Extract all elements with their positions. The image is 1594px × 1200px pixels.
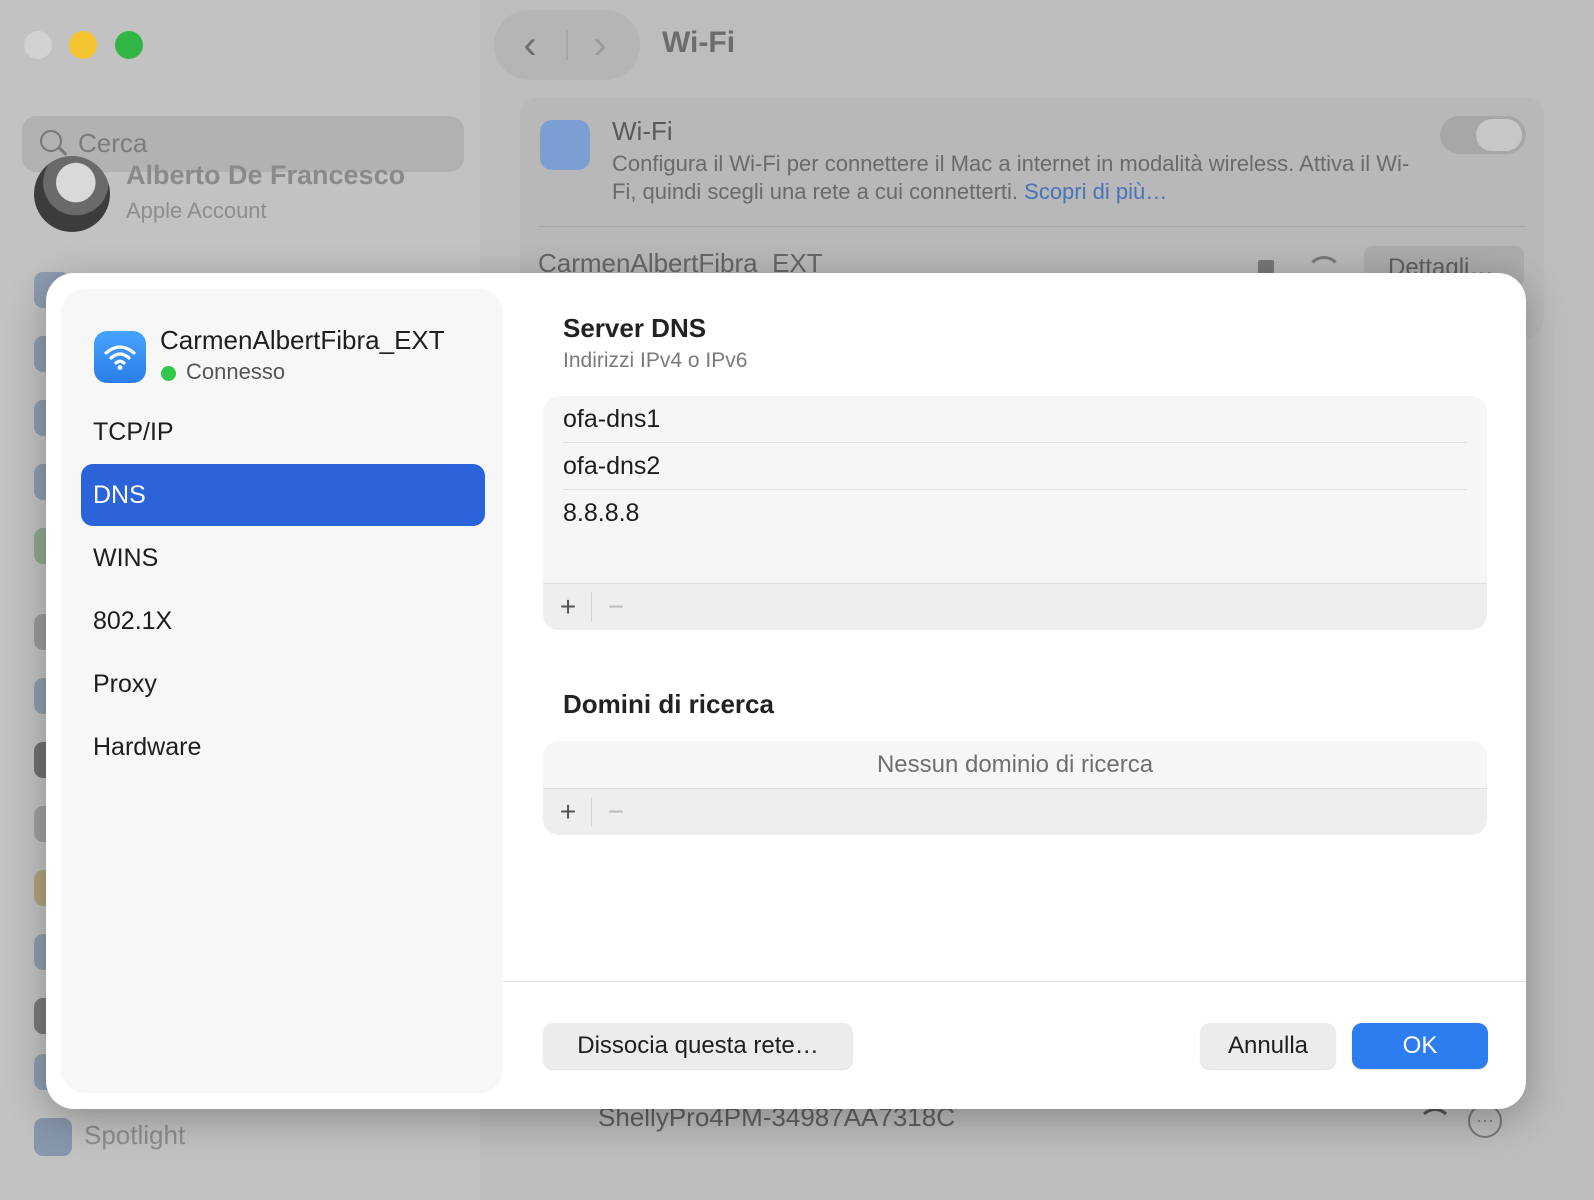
tab-8021x[interactable]: 802.1X: [81, 590, 485, 652]
add-search-domain-button[interactable]: +: [553, 795, 583, 829]
wifi-toggle[interactable]: [1440, 116, 1526, 154]
sidebar-item-spotlight[interactable]: Spotlight: [84, 1120, 185, 1151]
dns-servers-subtitle: Indirizzi IPv4 o IPv6: [563, 349, 748, 372]
wifi-icon: [540, 120, 590, 170]
forget-network-button[interactable]: Dissocia questa rete…: [543, 1023, 853, 1069]
search-domains-list: Nessun dominio di ricerca + −: [543, 741, 1487, 835]
tab-proxy[interactable]: Proxy: [81, 653, 485, 715]
back-button[interactable]: ‹: [500, 10, 560, 80]
wifi-icon: [94, 331, 146, 383]
tab-tcp-ip[interactable]: TCP/IP: [81, 401, 485, 463]
dns-settings-panel: Server DNS Indirizzi IPv4 o IPv6 ofa-dns…: [543, 273, 1526, 1109]
wifi-description-text: Configura il Wi-Fi per connettere il Mac…: [612, 151, 1410, 204]
close-window-button[interactable]: [24, 31, 52, 59]
spotlight-icon[interactable]: [34, 1118, 72, 1156]
footer-divider: [503, 981, 1526, 982]
remove-dns-server-button[interactable]: −: [601, 590, 631, 624]
learn-more-link[interactable]: Scopri di più…: [1024, 179, 1167, 204]
dns-list-footer: + −: [543, 583, 1487, 630]
nav-separator: [566, 30, 568, 60]
search-domains-empty-text: Nessun dominio di ricerca: [876, 751, 1154, 778]
dns-server-row[interactable]: ofa-dns2: [563, 443, 1467, 490]
domains-list-footer: + −: [543, 788, 1487, 835]
search-domains-title: Domini di ricerca: [563, 689, 774, 719]
dns-server-row[interactable]: 8.8.8.8: [563, 490, 1467, 536]
dns-server-row[interactable]: ofa-dns1: [563, 396, 1467, 443]
minimize-window-button[interactable]: [69, 31, 97, 59]
page-title: Wi-Fi: [662, 26, 736, 59]
account-subtitle: Apple Account: [126, 198, 267, 223]
search-placeholder: Cerca: [78, 128, 148, 158]
add-dns-server-button[interactable]: +: [553, 590, 583, 624]
card-divider: [538, 226, 1526, 227]
wifi-card-description: Configura il Wi-Fi per connettere il Mac…: [612, 150, 1432, 206]
footer-separator: [591, 797, 592, 827]
cancel-button[interactable]: Annulla: [1200, 1023, 1336, 1069]
wifi-signal-icon: [1418, 1108, 1452, 1142]
forward-button[interactable]: ›: [570, 10, 630, 80]
avatar[interactable]: [34, 156, 110, 232]
wifi-card-title: Wi-Fi: [612, 116, 673, 146]
tab-wins[interactable]: WINS: [81, 527, 485, 589]
more-options-icon[interactable]: ···: [1468, 1104, 1502, 1138]
dns-servers-title: Server DNS: [563, 313, 707, 343]
zoom-window-button[interactable]: [115, 31, 143, 59]
network-name: CarmenAlbertFibra_EXT: [160, 325, 445, 355]
details-sidebar: CarmenAlbertFibra_EXT Connesso TCP/IP DN…: [62, 289, 502, 1091]
network-details-sheet: CarmenAlbertFibra_EXT Connesso TCP/IP DN…: [46, 273, 1526, 1109]
footer-separator: [591, 592, 592, 622]
dns-server-list: ofa-dns1 ofa-dns2 8.8.8.8 + −: [543, 396, 1487, 630]
tab-dns[interactable]: DNS: [81, 464, 485, 526]
ok-button[interactable]: OK: [1352, 1023, 1488, 1069]
navigation-buttons: ‹ ›: [494, 10, 640, 80]
connection-status: Connesso: [186, 359, 286, 384]
lock-icon: [1258, 260, 1274, 274]
remove-search-domain-button[interactable]: −: [601, 795, 631, 829]
account-name[interactable]: Alberto De Francesco: [126, 160, 405, 191]
search-icon: [40, 130, 62, 152]
status-indicator: [161, 366, 176, 381]
tab-hardware[interactable]: Hardware: [81, 716, 485, 778]
details-menu: TCP/IP DNS WINS 802.1X Proxy Hardware: [81, 401, 485, 779]
